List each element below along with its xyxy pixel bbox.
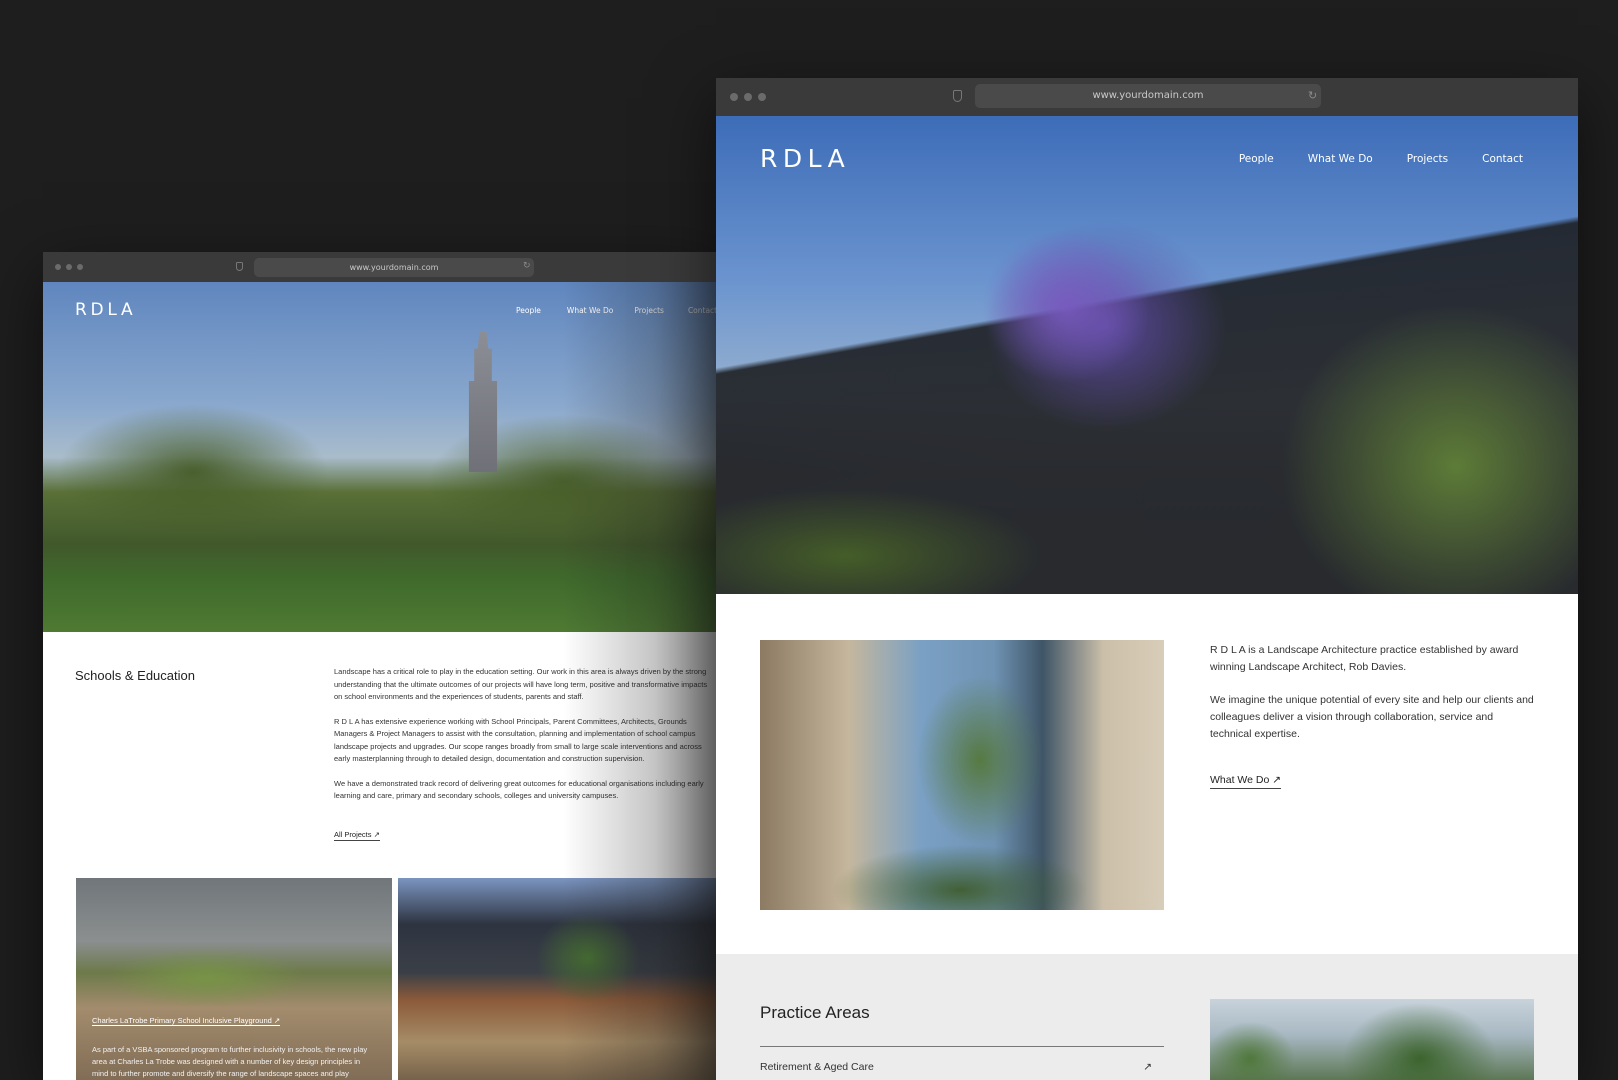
intro-paragraph: R D L A is a Landscape Architecture prac… [1210,644,1519,673]
project-tile-description: As part of a VSBA sponsored program to f… [92,1045,368,1078]
nav-people[interactable]: People [516,306,541,315]
practice-areas-section: Practice Areas Retirement & Aged Care ↗ [716,954,1578,1080]
nav-contact[interactable]: Contact [688,306,716,315]
clock-tower-shape [468,332,498,472]
section-title: Schools & Education [75,668,195,683]
reload-icon[interactable]: ↻ [523,261,531,271]
all-projects-link[interactable]: All Projects ↗ [334,830,380,841]
reload-icon[interactable]: ↻ [1308,89,1317,102]
nav-people[interactable]: People [1239,153,1274,165]
window-controls [730,93,766,101]
arrow-up-right-icon: ↗ [1272,774,1282,786]
body-paragraph: R D L A has extensive experience working… [334,716,702,764]
all-projects-label: All Projects [334,830,372,839]
intro-image [760,640,1164,910]
zoom-dot[interactable] [77,264,83,270]
practice-area-label: Retirement & Aged Care [760,1061,874,1073]
intro-text: R D L A is a Landscape Architecture prac… [1210,642,1535,759]
what-we-do-label: What We Do [1210,774,1270,786]
site-logo[interactable]: RDLA [75,300,136,320]
browser-toolbar: www.yourdomain.com ↻ [43,252,716,282]
divider [760,1046,1164,1047]
practice-area-image [1210,999,1534,1080]
close-dot[interactable] [730,93,738,101]
project-tile-title: Charles LaTrobe Primary School Inclusive… [92,1016,272,1025]
section-body: Landscape has a critical role to play in… [334,666,709,815]
arrow-up-right-icon: ↗ [1143,1061,1152,1073]
browser-window-home: www.yourdomain.com ↻ RDLA People What We… [716,78,1578,1080]
nav-what-we-do[interactable]: What We Do [1308,153,1373,165]
close-dot[interactable] [55,264,61,270]
project-tile-image[interactable] [398,878,716,1080]
privacy-shield-icon [236,262,243,271]
intro-paragraph: We imagine the unique potential of every… [1210,694,1534,740]
what-we-do-link[interactable]: What We Do ↗ [1210,774,1282,789]
nav-contact[interactable]: Contact [1482,153,1523,165]
body-paragraph: Landscape has a critical role to play in… [334,667,708,701]
nav-projects[interactable]: Projects [1407,153,1448,165]
hero-image-home: RDLA People What We Do Projects Contact [716,116,1578,594]
minimize-dot[interactable] [66,264,72,270]
practice-area-item[interactable]: Retirement & Aged Care ↗ [760,1061,1152,1073]
zoom-dot[interactable] [758,93,766,101]
project-tile[interactable]: Charles LaTrobe Primary School Inclusive… [76,878,392,1080]
project-tile-caption[interactable]: Charles LaTrobe Primary School Inclusive… [92,1016,281,1026]
arrow-up-right-icon: ↗ [273,1016,281,1025]
body-paragraph: We have a demonstrated track record of d… [334,778,704,801]
minimize-dot[interactable] [744,93,752,101]
address-bar[interactable]: www.yourdomain.com [254,258,534,277]
main-nav: People What We Do Projects Contact [516,306,716,315]
browser-window-schools: www.yourdomain.com ↻ RDLA People What We… [43,252,716,1080]
nav-projects[interactable]: Projects [634,306,664,315]
main-nav: People What We Do Projects Contact [1239,153,1523,165]
address-bar[interactable]: www.yourdomain.com [975,84,1321,108]
site-logo[interactable]: RDLA [760,144,850,173]
nav-what-we-do[interactable]: What We Do [567,306,613,315]
hero-image-schools: RDLA People What We Do Projects Contact [43,282,716,632]
practice-areas-title: Practice Areas [760,1003,870,1022]
privacy-shield-icon [953,90,962,102]
browser-toolbar: www.yourdomain.com ↻ [716,78,1578,116]
arrow-up-right-icon: ↗ [373,830,380,839]
window-controls [55,264,83,270]
